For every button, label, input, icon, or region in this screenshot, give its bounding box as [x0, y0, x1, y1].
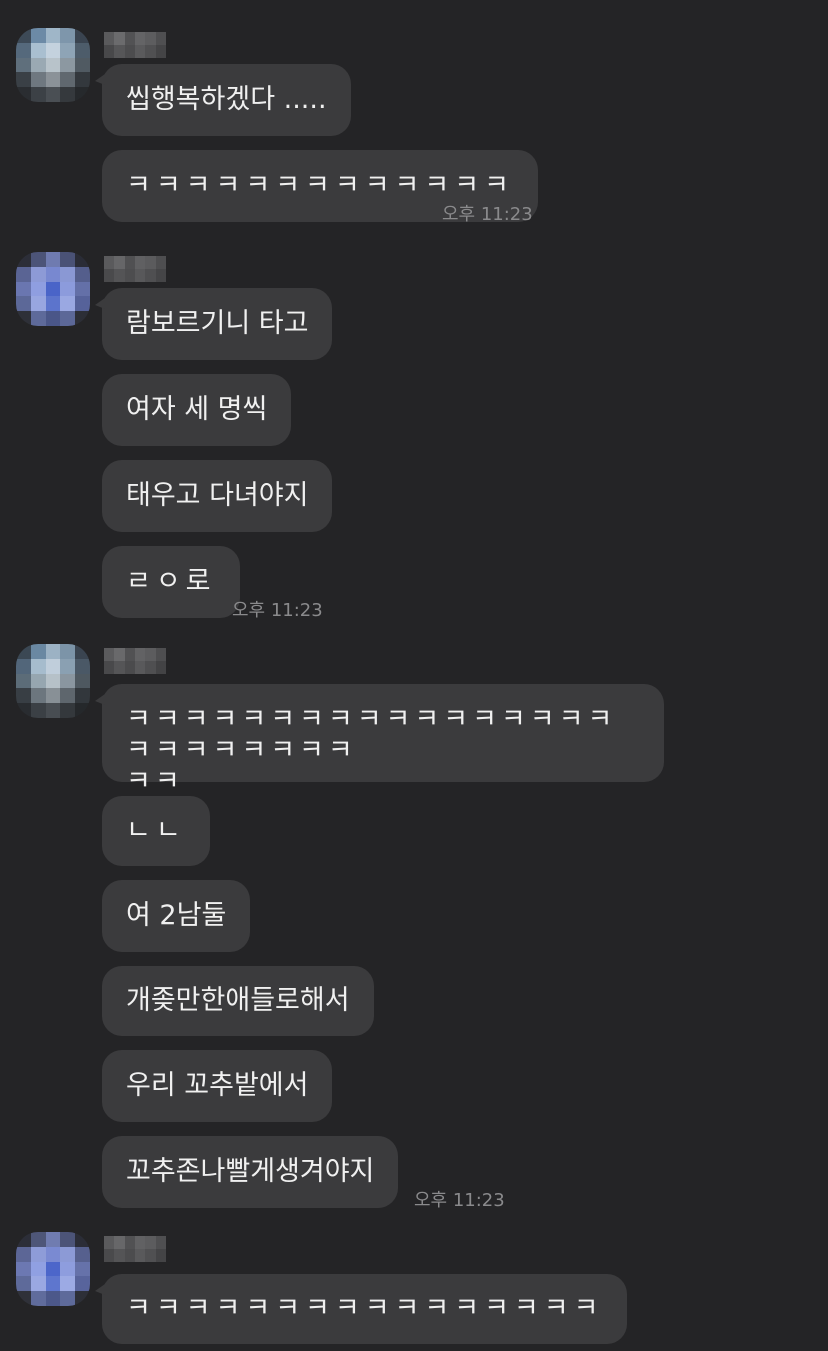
sender-name-redacted — [104, 648, 166, 674]
message-text: 태우고 다녀야지 — [126, 480, 309, 511]
message-text: 씹행복하겠다 ..... — [126, 84, 327, 115]
avatar[interactable] — [16, 252, 90, 326]
sender-name-redacted — [104, 1236, 166, 1262]
avatar[interactable] — [16, 644, 90, 718]
message-bubble[interactable]: ㅋㅋㅋㅋㅋㅋㅋㅋㅋㅋㅋㅋㅋㅋㅋㅋ — [94, 1274, 628, 1344]
message-bubble[interactable]: 꼬추존나빨게생겨야지 — [102, 1136, 399, 1208]
message-bubble[interactable]: 태우고 다녀야지 — [102, 460, 333, 532]
message-text: 여자 세 명씩 — [126, 394, 268, 425]
message-text: 우리 꼬추밭에서 — [126, 1070, 309, 1101]
message-bubble[interactable]: 여 2남둘 — [102, 880, 251, 952]
sender-name-redacted — [104, 32, 166, 58]
message-bubble[interactable]: ㄴㄴ — [102, 796, 210, 866]
sender-name-redacted — [104, 256, 166, 282]
message-text: 람보르기니 타고 — [126, 308, 309, 339]
message-text: 꼬추존나빨게생겨야지 — [126, 1156, 375, 1187]
message-text: ㅋㅋㅋㅋㅋㅋㅋㅋㅋㅋㅋㅋㅋ — [126, 170, 514, 201]
timestamp: 오후 11:23 — [442, 204, 533, 225]
timestamp: 오후 11:23 — [232, 600, 323, 621]
message-bubble[interactable]: 람보르기니 타고 — [94, 288, 333, 360]
message-bubble[interactable]: 여자 세 명씩 — [102, 374, 292, 446]
message-text: ㅋㅋㅋㅋㅋㅋㅋㅋㅋㅋㅋㅋㅋㅋㅋㅋ — [126, 1293, 604, 1324]
timestamp: 오후 11:23 — [414, 1190, 505, 1211]
message-text: 개좆만한애들로해서 — [126, 985, 350, 1016]
message-bubble[interactable]: ㄹㅇ로 — [102, 546, 240, 618]
avatar[interactable] — [16, 1232, 90, 1306]
avatar[interactable] — [16, 28, 90, 102]
message-text: ㄴㄴ — [126, 815, 186, 846]
message-bubble[interactable]: 개좆만한애들로해서 — [102, 966, 374, 1036]
message-text: 여 2남둘 — [126, 900, 227, 931]
message-bubble[interactable]: 우리 꼬추밭에서 — [102, 1050, 333, 1122]
message-text: ㄹㅇ로 — [126, 566, 216, 597]
message-bubble[interactable]: ㅋㅋㅋㅋㅋㅋㅋㅋㅋㅋㅋㅋㅋㅋㅋㅋㅋㅋㅋㅋㅋㅋㅋㅋㅋ ㅋㅋ — [95, 684, 664, 797]
message-text: ㅋㅋㅋㅋㅋㅋㅋㅋㅋㅋㅋㅋㅋㅋㅋㅋㅋㅋㅋㅋㅋㅋㅋㅋㅋ ㅋㅋ — [126, 704, 617, 797]
message-bubble[interactable]: 씹행복하겠다 ..... — [95, 64, 351, 136]
